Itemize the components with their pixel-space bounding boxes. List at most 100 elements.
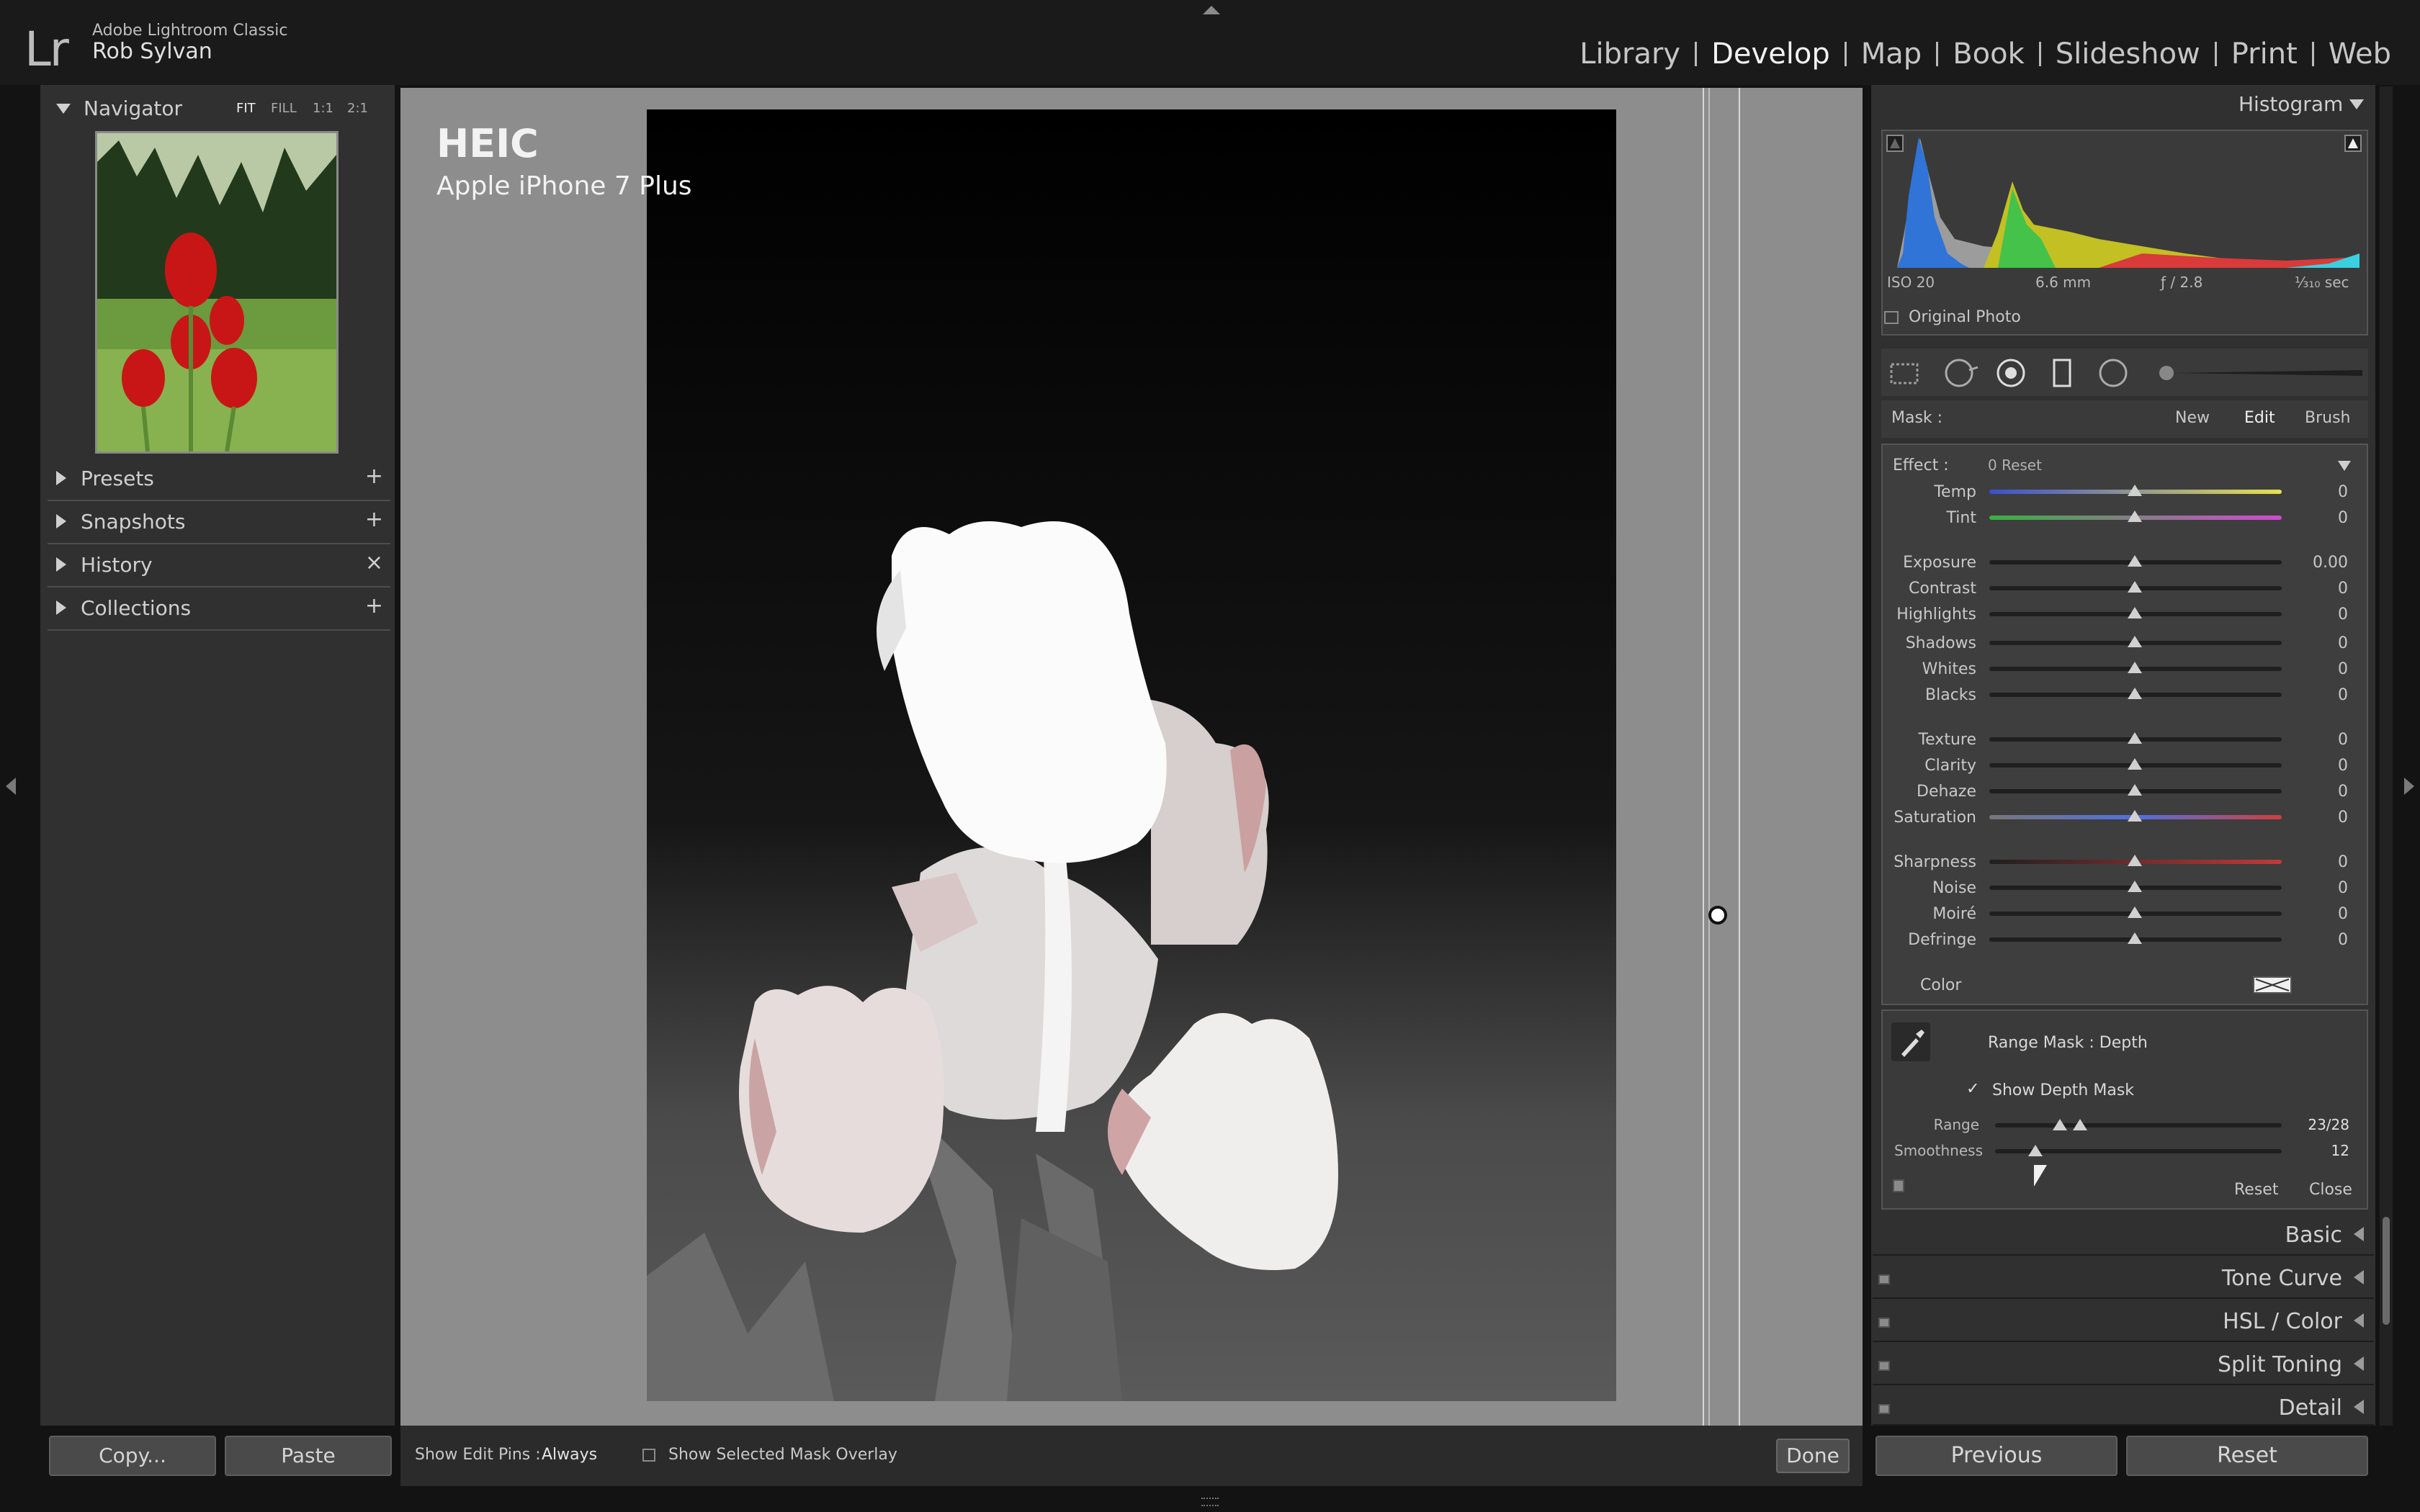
effect-preset-dropdown[interactable]: 0 Reset (1988, 456, 2042, 474)
color-swatch[interactable] (2253, 976, 2292, 994)
filmstrip-handle-icon[interactable] (1201, 1498, 1219, 1506)
section-basic[interactable]: Basic (1873, 1215, 2374, 1256)
section-toggle-switch[interactable] (1878, 1318, 1890, 1328)
edit-pin[interactable] (1708, 906, 1727, 924)
section-toggle-switch[interactable] (1878, 1274, 1890, 1284)
module-print[interactable]: Print (2217, 37, 2312, 71)
collapse-triangle-icon[interactable] (2349, 99, 2364, 109)
expand-triangle-icon (56, 471, 66, 485)
eyedropper-icon[interactable] (1891, 1022, 1930, 1061)
scrollbar-thumb[interactable] (2383, 1217, 2390, 1325)
effect-collapse-icon[interactable] (2338, 461, 2351, 471)
snapshots-header[interactable]: Snapshots + (40, 503, 395, 543)
collapse-left-panel-icon[interactable] (6, 778, 16, 795)
mask-close-button[interactable]: Close (2309, 1181, 2352, 1199)
range-mask-dropdown[interactable]: Range Mask : Depth (1988, 1034, 2148, 1052)
copy-button[interactable]: Copy... (49, 1436, 216, 1476)
slider-handle-blacks[interactable] (2128, 688, 2142, 699)
collections-header[interactable]: Collections + (40, 589, 395, 629)
collapse-right-panel-icon[interactable] (2404, 778, 2414, 795)
done-button[interactable]: Done (1776, 1439, 1850, 1473)
depth-mask-image[interactable] (647, 109, 1616, 1401)
navigator-preview[interactable] (95, 131, 339, 454)
presets-header[interactable]: Presets + (40, 459, 395, 500)
add-collection-icon[interactable]: + (365, 593, 383, 618)
module-picker: Library Develop Map Book Slideshow Print… (1565, 36, 2406, 72)
slider-handle-highlights[interactable] (2128, 607, 2142, 618)
mask-edit-button[interactable]: Edit (2244, 409, 2275, 427)
zoom-fit[interactable]: FIT (236, 101, 256, 116)
zoom-2-1[interactable]: 2:1 (347, 101, 368, 116)
slider-value-saturation: 0 (2338, 809, 2348, 827)
slider-handle-saturation[interactable] (2128, 810, 2142, 822)
slider-label-noise: Noise (1932, 879, 1976, 897)
paste-button[interactable]: Paste (225, 1436, 392, 1476)
red-eye-icon[interactable] (1996, 359, 2025, 387)
show-depth-mask-checkbox[interactable]: ✓ (1966, 1080, 1979, 1098)
slider-handle-dehaze[interactable] (2128, 784, 2142, 796)
spot-removal-icon[interactable] (1945, 359, 1978, 387)
graduated-filter-icon[interactable] (2053, 359, 2071, 387)
edit-pins-dropdown[interactable]: Always (542, 1446, 597, 1464)
mask-toggle-switch[interactable] (1893, 1179, 1904, 1192)
smoothness-handle[interactable] (2028, 1145, 2043, 1156)
slider-handle-sharpness[interactable] (2128, 855, 2142, 866)
mask-new-button[interactable]: New (2175, 409, 2210, 427)
slider-label-texture: Texture (1918, 731, 1976, 749)
slider-handle-whites[interactable] (2128, 662, 2142, 673)
section-detail[interactable]: Detail (1873, 1388, 2374, 1426)
slider-label-shadows: Shadows (1905, 634, 1976, 652)
slider-handle-contrast[interactable] (2128, 581, 2142, 593)
slider-handle-tint[interactable] (2128, 510, 2142, 522)
slider-value-whites: 0 (2338, 660, 2348, 678)
slider-handle-defringe[interactable] (2128, 932, 2142, 944)
module-library[interactable]: Library (1565, 37, 1695, 71)
mask-brush-button[interactable]: Brush (2305, 409, 2351, 427)
module-book[interactable]: Book (1938, 37, 2039, 71)
add-snapshot-icon[interactable]: + (365, 507, 383, 532)
section-title: Split Toning (2217, 1352, 2342, 1377)
smoothness-label: Smoothness (1894, 1142, 1983, 1159)
collapse-top-panel-icon[interactable] (1203, 6, 1220, 14)
crop-icon[interactable] (1890, 363, 1919, 384)
slider-value-dehaze: 0 (2338, 783, 2348, 801)
mask-reset-button[interactable]: Reset (2234, 1181, 2278, 1199)
original-photo-checkbox[interactable] (1884, 311, 1899, 324)
module-web[interactable]: Web (2314, 37, 2406, 71)
slider-handle-clarity[interactable] (2128, 758, 2142, 770)
clear-history-icon[interactable]: × (365, 550, 383, 575)
section-toggle-switch[interactable] (1878, 1404, 1890, 1414)
range-high-handle[interactable] (2073, 1119, 2087, 1130)
history-header[interactable]: History × (40, 546, 395, 586)
slider-handle-noise[interactable] (2128, 881, 2142, 892)
expand-triangle-icon (2354, 1270, 2364, 1284)
mask-overlay-checkbox[interactable] (642, 1449, 655, 1462)
navigator-title: Navigator (84, 96, 183, 120)
zoom-1-1[interactable]: 1:1 (313, 101, 333, 116)
slider-handle-shadows[interactable] (2128, 636, 2142, 647)
range-slider[interactable] (1995, 1123, 2282, 1128)
section-hsl-color[interactable]: HSL / Color (1873, 1302, 2374, 1342)
slider-value-tint: 0 (2338, 509, 2348, 527)
histogram[interactable] (1881, 130, 2368, 336)
navigator-header[interactable]: Navigator FIT FILL 1:1 2:1 (40, 88, 395, 128)
add-preset-icon[interactable]: + (365, 464, 383, 489)
slider-handle-exposure[interactable] (2128, 555, 2142, 567)
module-develop[interactable]: Develop (1697, 37, 1845, 71)
section-toggle-switch[interactable] (1878, 1361, 1890, 1371)
slider-handle-texture[interactable] (2128, 732, 2142, 744)
previous-button[interactable]: Previous (1876, 1436, 2118, 1476)
range-low-handle[interactable] (2053, 1119, 2067, 1130)
reset-button[interactable]: Reset (2126, 1436, 2368, 1476)
zoom-fill[interactable]: FILL (271, 101, 297, 116)
module-map[interactable]: Map (1847, 37, 1936, 71)
section-tone-curve[interactable]: Tone Curve (1873, 1259, 2374, 1299)
module-slideshow[interactable]: Slideshow (2041, 37, 2215, 71)
slider-label-moiré: Moiré (1932, 905, 1976, 923)
section-split-toning[interactable]: Split Toning (1873, 1345, 2374, 1385)
radial-filter-icon[interactable] (2099, 359, 2128, 387)
slider-handle-moiré[interactable] (2128, 906, 2142, 918)
slider-handle-temp[interactable] (2128, 485, 2142, 496)
aperture: ƒ / 2.8 (2161, 274, 2203, 291)
adjustment-brush-icon[interactable] (2159, 366, 2362, 380)
